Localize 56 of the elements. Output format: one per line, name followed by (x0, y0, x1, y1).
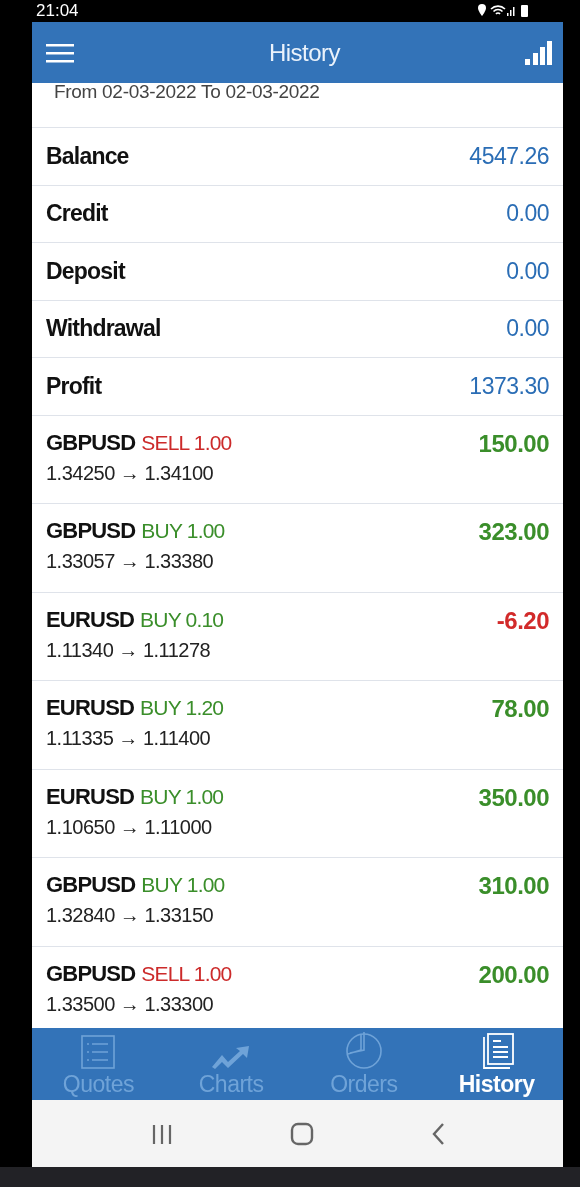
summary-label: Deposit (46, 257, 125, 285)
summary-value: 0.00 (506, 200, 549, 228)
summary-value: 4547.26 (469, 142, 549, 170)
back-icon[interactable] (430, 1121, 445, 1146)
trade-profit: 200.00 (478, 961, 549, 991)
summary-label: Balance (46, 142, 129, 170)
trade-row[interactable]: EURUSD BUY 1.20 1.11335 → 1.11400 78.00 (32, 681, 563, 770)
trade-symbol: GBPUSD (46, 429, 136, 456)
trade-row[interactable]: GBPUSD BUY 1.00 1.32840 → 1.33150 310.00 (32, 858, 563, 948)
summary-value: 0.00 (506, 257, 549, 285)
trade-side: SELL 1.00 (141, 962, 232, 987)
summary-label: Credit (46, 200, 108, 228)
menu-icon[interactable] (46, 42, 74, 63)
date-range: From 02-03-2022 To 02-03-2022 (32, 83, 563, 128)
trade-symbol: EURUSD (46, 695, 135, 722)
trade-row[interactable]: GBPUSD SELL 1.00 1.34250 → 1.34100 150.00 (32, 415, 563, 505)
summary-label: Profit (46, 372, 102, 400)
trade-profit: 323.00 (478, 518, 549, 548)
summary-value: 1373.30 (469, 372, 549, 400)
screen-title: History (268, 38, 341, 67)
trade-prices: 1.33057 → 1.33380 (46, 550, 215, 574)
trade-side: BUY 1.20 (140, 696, 224, 721)
trade-prices: 1.34250 → 1.34100 (46, 461, 215, 485)
signal-bars-icon[interactable] (525, 40, 553, 65)
trade-prices: 1.11335 → 1.11400 (46, 727, 212, 751)
trade-symbol: EURUSD (46, 606, 135, 633)
list-icon (81, 1035, 116, 1069)
trade-side: BUY 1.00 (141, 873, 225, 898)
trade-prices: 1.32840 → 1.33150 (46, 904, 215, 928)
trend-icon (212, 1045, 251, 1069)
trade-prices: 1.33500 → 1.33300 (46, 993, 215, 1017)
home-icon[interactable] (289, 1121, 314, 1146)
trade-side: BUY 0.10 (140, 607, 224, 632)
trade-row[interactable]: GBPUSD BUY 1.00 1.33057 → 1.33380 323.00 (32, 504, 563, 593)
trade-symbol: GBPUSD (46, 961, 136, 988)
nav-tab[interactable]: History (436, 1033, 557, 1098)
trade-side: SELL 1.00 (141, 430, 232, 455)
trade-row[interactable]: EURUSD BUY 0.10 1.11340 → 1.11278 -6.20 (32, 592, 563, 682)
trade-side: BUY 1.00 (140, 784, 224, 809)
trade-profit: 150.00 (478, 429, 549, 459)
trade-prices: 1.10650 → 1.11000 (46, 815, 213, 839)
trade-profit: 78.00 (491, 695, 549, 725)
trade-side: BUY 1.00 (141, 519, 225, 544)
summary-value: 0.00 (506, 315, 549, 343)
trade-row[interactable]: EURUSD BUY 1.00 1.10650 → 1.11000 350.00 (32, 769, 563, 859)
trade-symbol: GBPUSD (46, 872, 136, 899)
status-time: 21:04 (36, 1, 79, 21)
trade-profit: 350.00 (478, 783, 549, 813)
pie-chart-icon (344, 1031, 383, 1069)
summary-label: Withdrawal (46, 315, 161, 343)
trade-symbol: EURUSD (46, 783, 135, 810)
trade-profit: -6.20 (496, 606, 549, 636)
recent-apps-icon[interactable] (150, 1122, 173, 1145)
trade-prices: 1.11340 → 1.11278 (46, 638, 212, 662)
trade-symbol: GBPUSD (46, 518, 136, 545)
trade-profit: 310.00 (478, 872, 549, 902)
